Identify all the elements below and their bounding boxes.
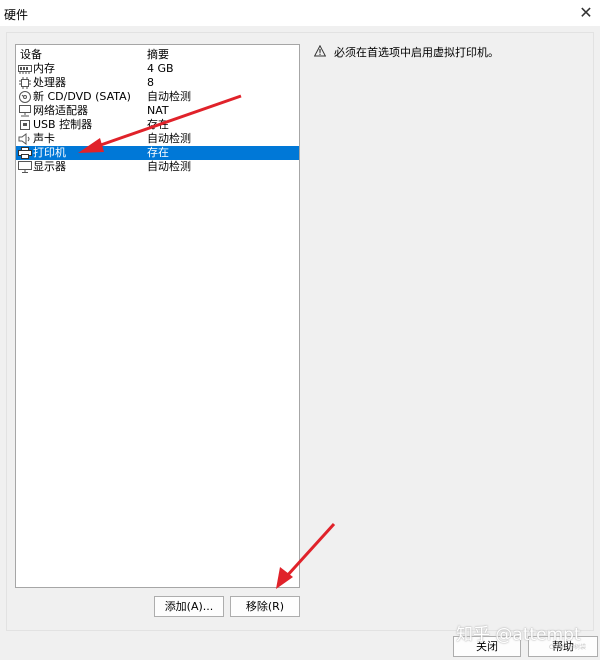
device-name: 处理器 bbox=[33, 76, 66, 89]
title-bar: 硬件 ✕ bbox=[0, 0, 600, 26]
device-summary: 自动检测 bbox=[147, 132, 191, 145]
device-row-display[interactable]: 显示器 自动检测 bbox=[16, 160, 299, 174]
header-summary[interactable]: 摘要 bbox=[147, 46, 169, 62]
device-row-cd-dvd[interactable]: 新 CD/DVD (SATA) 自动检测 bbox=[16, 90, 299, 104]
device-name: 新 CD/DVD (SATA) bbox=[33, 90, 131, 103]
close-window-button[interactable]: ✕ bbox=[572, 0, 600, 26]
remove-button[interactable]: 移除(R) bbox=[230, 596, 300, 617]
add-button[interactable]: 添加(A)... bbox=[154, 596, 224, 617]
device-summary: 存在 bbox=[147, 146, 169, 159]
warning-text: 必须在首选项中启用虚拟打印机。 bbox=[334, 46, 499, 59]
close-button[interactable]: 关闭 bbox=[453, 636, 521, 657]
device-summary: 存在 bbox=[147, 118, 169, 131]
cpu-icon bbox=[18, 77, 32, 89]
device-row-printer[interactable]: 打印机 存在 bbox=[16, 146, 299, 160]
window-title: 硬件 bbox=[4, 8, 29, 22]
warning-icon bbox=[313, 44, 327, 57]
device-name: USB 控制器 bbox=[33, 118, 93, 131]
printer-icon bbox=[18, 147, 32, 159]
device-name: 内存 bbox=[33, 62, 55, 75]
list-header: 设备 摘要 bbox=[16, 45, 299, 62]
device-summary: 8 bbox=[147, 76, 154, 89]
device-list[interactable]: 设备 摘要 内存 4 GB 处理器 8 新 CD/DVD (SATA) 自动检测… bbox=[15, 44, 300, 588]
header-device[interactable]: 设备 bbox=[20, 46, 42, 62]
device-name: 声卡 bbox=[33, 132, 55, 145]
device-name: 打印机 bbox=[33, 146, 66, 159]
device-name: 网络适配器 bbox=[33, 104, 88, 117]
device-summary: 自动检测 bbox=[147, 90, 191, 103]
device-name: 显示器 bbox=[33, 160, 66, 173]
monitor-icon bbox=[18, 161, 32, 173]
usb-icon bbox=[18, 119, 32, 131]
device-summary: 自动检测 bbox=[147, 160, 191, 173]
device-summary: 4 GB bbox=[147, 62, 174, 75]
watermark-small: CSDN @树袋 bbox=[549, 644, 587, 651]
network-icon bbox=[18, 105, 32, 117]
device-row-network[interactable]: 网络适配器 NAT bbox=[16, 104, 299, 118]
device-row-memory[interactable]: 内存 4 GB bbox=[16, 62, 299, 76]
cd-icon bbox=[18, 91, 32, 103]
speaker-icon bbox=[18, 133, 32, 145]
device-row-usb[interactable]: USB 控制器 存在 bbox=[16, 118, 299, 132]
device-row-sound[interactable]: 声卡 自动检测 bbox=[16, 132, 299, 146]
device-row-processor[interactable]: 处理器 8 bbox=[16, 76, 299, 90]
memory-icon bbox=[18, 63, 32, 75]
device-summary: NAT bbox=[147, 104, 169, 117]
